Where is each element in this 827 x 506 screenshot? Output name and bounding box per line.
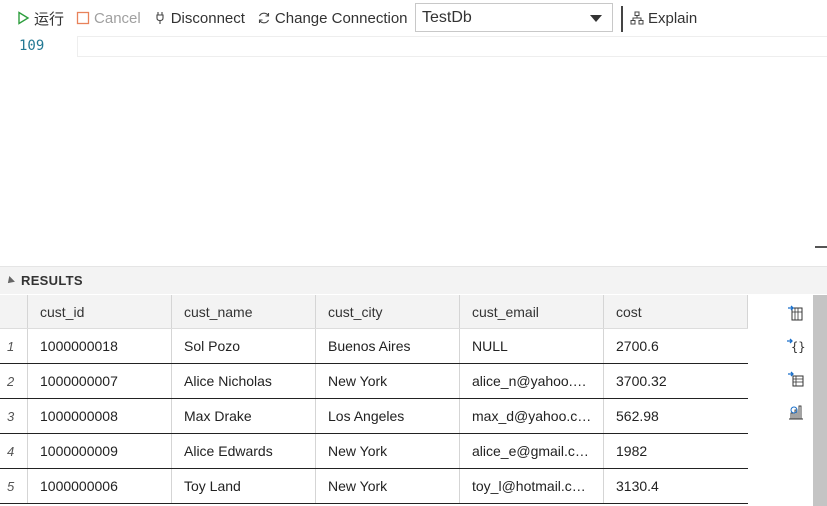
grid-cell[interactable]: alice_n@yahoo.… — [460, 364, 604, 398]
table-row[interactable]: 5 1000000006 Toy Land New York toy_l@hot… — [0, 469, 748, 504]
column-header[interactable]: cust_id — [28, 295, 172, 328]
query-editor[interactable]: 109 — [0, 36, 827, 264]
disconnect-button[interactable]: Disconnect — [153, 6, 245, 30]
stop-icon — [76, 11, 90, 25]
column-header[interactable]: cust_city — [316, 295, 460, 328]
save-excel-icon[interactable] — [786, 369, 806, 389]
grid-cell[interactable]: 1000000009 — [28, 434, 172, 468]
run-button[interactable]: 运行 — [16, 6, 64, 30]
grid-cell[interactable]: max_d@yahoo.c… — [460, 399, 604, 433]
chart-icon[interactable] — [786, 402, 806, 422]
table-row[interactable]: 1 1000000018 Sol Pozo Buenos Aires NULL … — [0, 329, 748, 364]
row-number: 3 — [0, 399, 28, 433]
row-number: 1 — [0, 329, 28, 363]
grid-cell[interactable]: 3130.4 — [604, 469, 748, 503]
hierarchy-icon — [630, 11, 644, 25]
grid-cell[interactable]: Toy Land — [172, 469, 316, 503]
grid-cell[interactable]: 1000000008 — [28, 399, 172, 433]
row-number-header — [0, 295, 28, 328]
row-number: 4 — [0, 434, 28, 468]
run-label: 运行 — [34, 10, 65, 28]
results-panel-header[interactable]: RESULTS — [0, 266, 827, 294]
results-grid: cust_id cust_name cust_city cust_email c… — [0, 295, 748, 504]
toolbar: 运行 Cancel Disconnect Change Connection — [0, 0, 827, 36]
plug-icon — [153, 11, 167, 25]
results-title: RESULTS — [21, 273, 83, 288]
table-row[interactable]: 2 1000000007 Alice Nicholas New York ali… — [0, 364, 748, 399]
grid-cell[interactable]: NULL — [460, 329, 604, 363]
grid-cell[interactable]: New York — [316, 434, 460, 468]
grid-cell[interactable]: Sol Pozo — [172, 329, 316, 363]
save-json-icon[interactable]: {} — [786, 336, 806, 356]
chevron-down-icon — [590, 15, 602, 22]
database-select-value: TestDb — [422, 8, 472, 26]
overview-ruler-mark — [815, 246, 827, 248]
change-connection-button[interactable]: Change Connection — [257, 6, 408, 30]
column-header[interactable]: cust_name — [172, 295, 316, 328]
refresh-icon — [257, 11, 271, 25]
grid-cell[interactable]: Los Angeles — [316, 399, 460, 433]
grid-cell[interactable]: Alice Nicholas — [172, 364, 316, 398]
toolbar-divider — [621, 6, 623, 32]
row-number: 2 — [0, 364, 28, 398]
cancel-button[interactable]: Cancel — [76, 6, 141, 30]
column-header[interactable]: cust_email — [460, 295, 604, 328]
table-row[interactable]: 4 1000000009 Alice Edwards New York alic… — [0, 434, 748, 469]
grid-cell[interactable]: 1000000006 — [28, 469, 172, 503]
row-number: 5 — [0, 469, 28, 503]
collapse-triangle-icon[interactable] — [5, 275, 15, 286]
results-action-bar: {} — [782, 303, 812, 435]
database-select[interactable]: TestDb — [415, 3, 613, 32]
explain-button[interactable]: Explain — [630, 6, 697, 30]
change-connection-label: Change Connection — [274, 9, 408, 27]
grid-cell[interactable]: 1000000018 — [28, 329, 172, 363]
line-number: 109 — [19, 38, 45, 54]
grid-cell[interactable]: Max Drake — [172, 399, 316, 433]
grid-cell[interactable]: 1000000007 — [28, 364, 172, 398]
disconnect-label: Disconnect — [170, 9, 245, 27]
results-scrollbar[interactable] — [813, 295, 827, 506]
save-csv-icon[interactable] — [786, 303, 806, 323]
svg-text:{}: {} — [791, 340, 805, 354]
column-header[interactable]: cost — [604, 295, 748, 328]
grid-header-row: cust_id cust_name cust_city cust_email c… — [0, 295, 748, 329]
grid-cell[interactable]: toy_l@hotmail.c… — [460, 469, 604, 503]
table-row[interactable]: 3 1000000008 Max Drake Los Angeles max_d… — [0, 399, 748, 434]
play-icon — [16, 11, 30, 25]
cancel-label: Cancel — [94, 9, 141, 27]
grid-cell[interactable]: 562.98 — [604, 399, 748, 433]
grid-cell[interactable]: 2700.6 — [604, 329, 748, 363]
grid-cell[interactable]: New York — [316, 364, 460, 398]
grid-cell[interactable]: alice_e@gmail.c… — [460, 434, 604, 468]
current-line-highlight[interactable] — [77, 36, 827, 57]
grid-cell[interactable]: 3700.32 — [604, 364, 748, 398]
grid-cell[interactable]: 1982 — [604, 434, 748, 468]
grid-cell[interactable]: Alice Edwards — [172, 434, 316, 468]
grid-cell[interactable]: New York — [316, 469, 460, 503]
explain-label: Explain — [648, 9, 698, 27]
grid-cell[interactable]: Buenos Aires — [316, 329, 460, 363]
